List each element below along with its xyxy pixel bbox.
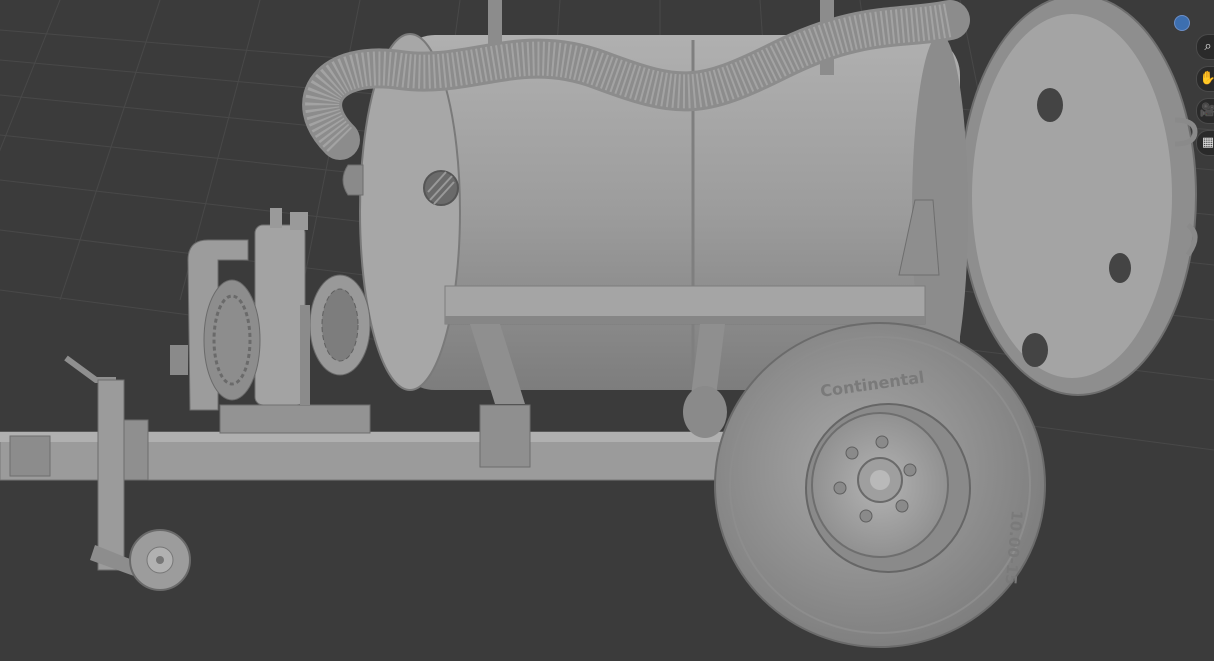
magnify-icon[interactable]: ⌕: [1196, 34, 1214, 60]
viewport-scene: Continental 10.00-15: [0, 0, 1214, 648]
3d-viewport[interactable]: Continental 10.00-15 ⌕ ✋ 🎥 ▦: [0, 0, 1214, 661]
vacuum-pump: [170, 208, 371, 411]
hand-icon[interactable]: ✋: [1196, 66, 1214, 92]
grid-icon[interactable]: ▦: [1196, 130, 1214, 156]
navigation-tools: ⌕ ✋ 🎥 ▦: [1196, 34, 1214, 156]
tank-lid: [959, 0, 1198, 396]
camera-icon[interactable]: 🎥: [1196, 98, 1214, 124]
gizmo-z-axis[interactable]: [1174, 15, 1190, 31]
